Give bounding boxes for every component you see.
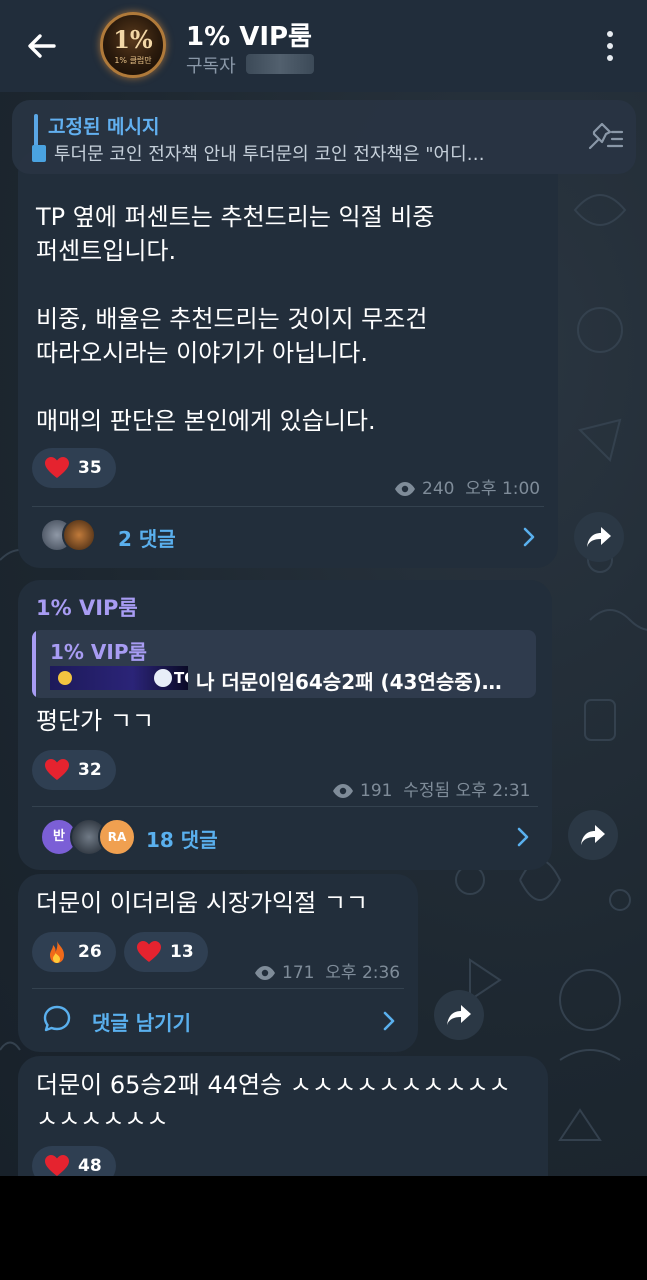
reaction-count: 35 bbox=[78, 458, 102, 478]
reaction-heart[interactable]: 35 bbox=[32, 448, 116, 488]
share-arrow-icon bbox=[447, 1005, 471, 1025]
message-text: 더문이 65승2패 44연승 ㅅㅅㅅㅅㅅㅅㅅㅅㅅㅅ ㅅㅅㅅㅅㅅㅅ bbox=[36, 1071, 511, 1133]
channel-avatar[interactable]: 1% 1% 클럽만 bbox=[100, 12, 166, 78]
thumb-text: TC bbox=[174, 669, 188, 687]
views-count: 240 bbox=[422, 479, 455, 499]
heart-icon bbox=[45, 759, 69, 780]
chat-screen: 1% 1% 클럽만 1% VIP룸 구독자 고정된 메시지 투더문 코인 전자책… bbox=[0, 0, 647, 1176]
comments-divider bbox=[32, 506, 544, 507]
chat-title[interactable]: 1% VIP룸 bbox=[186, 16, 312, 53]
heart-icon bbox=[45, 1155, 69, 1176]
comment-bubble-icon bbox=[43, 1005, 71, 1032]
pinned-preview: 투더문 코인 전자책 안내 투더문의 코인 전자책은 "어디… bbox=[32, 140, 572, 166]
thumb-moon-icon bbox=[154, 669, 172, 687]
avatar-logo-text: 1% bbox=[113, 25, 153, 54]
share-button[interactable] bbox=[568, 810, 618, 860]
forward-accent-bar bbox=[32, 630, 36, 698]
views-count: 171 bbox=[282, 963, 315, 983]
heart-icon bbox=[137, 941, 161, 962]
fire-icon bbox=[50, 941, 64, 963]
pin-list-icon[interactable] bbox=[584, 120, 624, 156]
reaction-fire[interactable]: 26 bbox=[32, 932, 116, 972]
heart-icon bbox=[45, 457, 69, 478]
subscriber-label: 구독자 bbox=[186, 56, 236, 77]
message-time: 오후 1:00 bbox=[465, 479, 541, 499]
book-icon bbox=[32, 145, 46, 162]
reaction-heart[interactable]: 48 bbox=[32, 1146, 116, 1176]
forward-thumbnail: TC bbox=[50, 666, 188, 690]
avatar-logo-subtext: 1% 클럽만 bbox=[114, 56, 152, 65]
comments-divider bbox=[32, 806, 538, 807]
pinned-title: 고정된 메시지 bbox=[48, 116, 160, 138]
views-icon bbox=[395, 482, 415, 496]
share-button[interactable] bbox=[574, 512, 624, 562]
message-bubble[interactable]: 더문이 이더리움 시장가익절 ㄱㄱ 26 13 171 오후 2:36 댓글 남… bbox=[18, 874, 418, 1052]
subscriber-count-redacted bbox=[246, 54, 314, 74]
chevron-right-icon[interactable] bbox=[522, 526, 536, 548]
reaction-heart[interactable]: 32 bbox=[32, 750, 116, 790]
commenter-avatar bbox=[62, 518, 96, 552]
message-time: 수정됨 오후 2:31 bbox=[403, 781, 531, 801]
reaction-count: 26 bbox=[78, 942, 102, 962]
comments-link[interactable]: 2 댓글 bbox=[118, 523, 176, 552]
comments-link[interactable]: 18 댓글 bbox=[146, 824, 218, 853]
reaction-count: 48 bbox=[78, 1156, 102, 1176]
forward-channel-name: 1% VIP룸 bbox=[50, 640, 147, 664]
share-button[interactable] bbox=[434, 990, 484, 1040]
message-text: 평단가 ㄱㄱ bbox=[36, 707, 155, 735]
message-time: 오후 2:36 bbox=[325, 963, 401, 983]
message-bubble[interactable]: TP 옆에 퍼센트는 추천드리는 익절 비중 퍼센트입니다. 비중, 배율은 추… bbox=[18, 150, 558, 568]
share-arrow-icon bbox=[581, 825, 605, 845]
views-icon bbox=[333, 784, 353, 798]
pinned-preview-text: 투더문 코인 전자책 안내 투더문의 코인 전자책은 "어디… bbox=[54, 144, 485, 165]
chevron-right-icon[interactable] bbox=[516, 826, 530, 848]
views-count: 191 bbox=[360, 781, 393, 801]
thumb-icon bbox=[58, 671, 72, 685]
forward-text: 나 더문이임64승2패 (43연승중)… bbox=[196, 670, 502, 694]
navigation-bar-area bbox=[0, 1176, 647, 1280]
share-arrow-icon bbox=[587, 527, 611, 547]
message-text: 더문이 이더리움 시장가익절 ㄱㄱ bbox=[36, 889, 369, 917]
forwarded-quote[interactable]: 1% VIP룸 TC 나 더문이임64승2패 (43연승중)… bbox=[32, 630, 536, 698]
message-bubble[interactable]: 1% VIP룸 1% VIP룸 TC 나 더문이임64승2패 (43연승중)… … bbox=[18, 580, 552, 870]
channel-name[interactable]: 1% VIP룸 bbox=[36, 592, 138, 622]
comments-divider bbox=[32, 988, 404, 989]
back-arrow-icon[interactable] bbox=[22, 26, 62, 66]
reaction-count: 32 bbox=[78, 760, 102, 780]
views-icon bbox=[255, 966, 275, 980]
message-text: TP 옆에 퍼센트는 추천드리는 익절 비중 퍼센트입니다. 비중, 배율은 추… bbox=[36, 203, 435, 435]
more-menu-icon[interactable] bbox=[596, 28, 624, 64]
chat-header: 1% 1% 클럽만 1% VIP룸 구독자 bbox=[0, 0, 647, 92]
chevron-right-icon[interactable] bbox=[382, 1010, 396, 1032]
message-meta: 171 오후 2:36 bbox=[254, 958, 400, 983]
message-meta: 240 오후 1:00 bbox=[394, 474, 540, 499]
leave-comment-link[interactable]: 댓글 남기기 bbox=[92, 1007, 191, 1036]
message-bubble[interactable]: 더문이 65승2패 44연승 ㅅㅅㅅㅅㅅㅅㅅㅅㅅㅅ ㅅㅅㅅㅅㅅㅅ 48 bbox=[18, 1056, 548, 1176]
message-meta: 191 수정됨 오후 2:31 bbox=[332, 776, 530, 801]
pinned-message-bar[interactable]: 고정된 메시지 투더문 코인 전자책 안내 투더문의 코인 전자책은 "어디… bbox=[12, 100, 636, 174]
reaction-count: 13 bbox=[170, 942, 194, 962]
commenter-avatar: RA bbox=[98, 818, 136, 856]
reaction-heart[interactable]: 13 bbox=[124, 932, 208, 972]
